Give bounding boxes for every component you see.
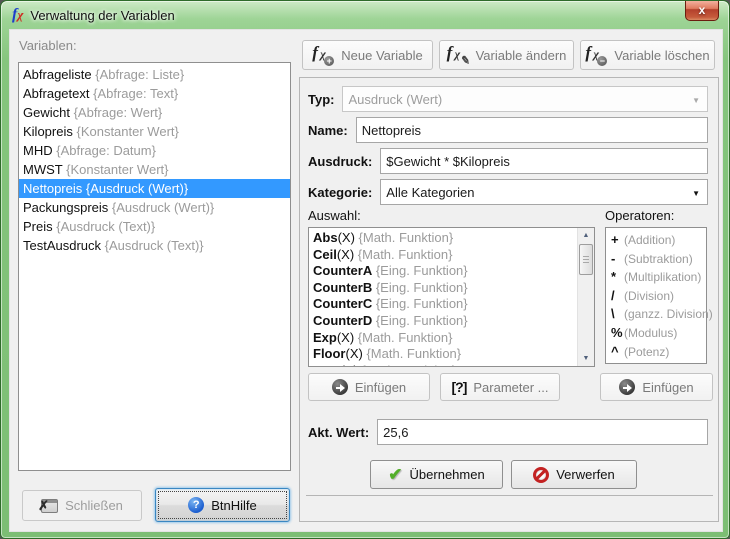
einfuegen-right-button[interactable]: Einfügen [600, 373, 713, 401]
einfuegen-left-label: Einfügen [355, 380, 406, 395]
auswahl-items: Abs(X) {Math. Funktion}Ceil(X) {Math. Fu… [309, 228, 577, 366]
operatoren-listbox[interactable]: +(Addition)-(Subtraktion)*(Multiplikatio… [605, 227, 707, 364]
operator-item[interactable]: *(Multiplikation) [611, 268, 706, 287]
kategorie-combobox[interactable]: Alle Kategorien ▼ [380, 179, 708, 205]
help-label: BtnHilfe [211, 498, 257, 513]
variable-item[interactable]: Preis {Ausdruck (Text)} [19, 217, 290, 236]
kategorie-label: Kategorie: [308, 185, 372, 200]
fx-minus-icon: fχ− [585, 46, 607, 64]
app-fx-icon: fχ [12, 7, 23, 23]
variables-list[interactable]: Abfrageliste {Abfrage: Liste}Abfragetext… [18, 62, 291, 471]
help-button[interactable]: ? BtnHilfe [155, 488, 290, 522]
auswahl-label: Auswahl: [308, 208, 361, 223]
ausdruck-input[interactable] [380, 148, 708, 174]
close-window-button[interactable]: x [685, 1, 719, 21]
dialog-body: Variablen: Abfrageliste {Abfrage: Liste}… [9, 29, 723, 532]
edit-variable-label: Variable ändern [476, 48, 567, 63]
edit-variable-button[interactable]: fχ✎ Variable ändern [439, 40, 574, 70]
auswahl-item[interactable]: Ceil(X) {Math. Funktion} [313, 247, 577, 264]
verwerfen-label: Verwerfen [556, 467, 615, 482]
typ-label: Typ: [308, 92, 334, 107]
variable-item[interactable]: Abfragetext {Abfrage: Text} [19, 84, 290, 103]
name-label: Name: [308, 123, 348, 138]
typ-value: Ausdruck (Wert) [348, 92, 442, 107]
parameter-button[interactable]: [?] Parameter ... [440, 373, 560, 401]
uebernehmen-label: Übernehmen [410, 467, 485, 482]
ausdruck-label: Ausdruck: [308, 154, 372, 169]
insert-arrow-icon [619, 379, 635, 395]
operator-item[interactable]: +(Addition) [611, 231, 706, 250]
schliessen-label: Schließen [65, 498, 123, 513]
delete-variable-button[interactable]: fχ− Variable löschen [580, 40, 715, 70]
close-icon: x [699, 3, 706, 17]
variable-item[interactable]: Kilopreis {Konstanter Wert} [19, 122, 290, 141]
parameter-icon: [?] [451, 379, 466, 395]
auswahl-item[interactable]: Exp(X) {Math. Funktion} [313, 330, 577, 347]
schliessen-button[interactable]: ✗ Schließen [22, 490, 142, 521]
operator-item[interactable]: -(Subtraktion) [611, 250, 706, 269]
variable-item[interactable]: MHD {Abfrage: Datum} [19, 141, 290, 160]
fx-pencil-icon: fχ✎ [447, 46, 469, 64]
einfuegen-right-label: Einfügen [642, 380, 693, 395]
akt-wert-label: Akt. Wert: [308, 425, 369, 440]
einfuegen-left-button[interactable]: Einfügen [308, 373, 430, 401]
variable-item[interactable]: MWST {Konstanter Wert} [19, 160, 290, 179]
cancel-block-icon [533, 467, 549, 483]
operator-item[interactable]: \(ganzz. Division) [611, 305, 706, 324]
akt-wert-input[interactable] [377, 419, 708, 445]
auswahl-item[interactable]: CounterD {Eing. Funktion} [313, 313, 577, 330]
variable-item[interactable]: Abfrageliste {Abfrage: Liste} [19, 65, 290, 84]
operator-item[interactable]: /(Division) [611, 287, 706, 306]
auswahl-item[interactable]: Frac(X) {Math. Funktion} [313, 363, 577, 366]
variables-label: Variablen: [19, 38, 77, 53]
variable-item[interactable]: Nettopreis {Ausdruck (Wert)} [19, 179, 290, 198]
window-title: Verwaltung der Variablen [30, 8, 174, 23]
operatoren-label: Operatoren: [605, 208, 674, 223]
parameter-label: Parameter ... [473, 380, 548, 395]
dialog-window: fχ Verwaltung der Variablen x Variablen:… [0, 0, 730, 539]
name-input[interactable] [356, 117, 708, 143]
auswahl-item[interactable]: Floor(X) {Math. Funktion} [313, 346, 577, 363]
help-icon: ? [188, 497, 204, 513]
new-variable-label: Neue Variable [341, 48, 422, 63]
auswahl-listbox[interactable]: Abs(X) {Math. Funktion}Ceil(X) {Math. Fu… [308, 227, 595, 367]
variable-item[interactable]: Packungspreis {Ausdruck (Wert)} [19, 198, 290, 217]
auswahl-item[interactable]: CounterA {Eing. Funktion} [313, 263, 577, 280]
uebernehmen-button[interactable]: ✔ Übernehmen [370, 460, 503, 489]
scroll-up-icon[interactable]: ▲ [578, 228, 594, 243]
chevron-down-icon: ▼ [692, 96, 700, 105]
kategorie-value: Alle Kategorien [386, 185, 474, 200]
new-variable-button[interactable]: fχ+ Neue Variable [302, 40, 433, 70]
check-icon: ✔ [388, 465, 402, 485]
auswahl-item[interactable]: CounterB {Eing. Funktion} [313, 280, 577, 297]
auswahl-item[interactable]: Abs(X) {Math. Funktion} [313, 230, 577, 247]
scrollbar-thumb[interactable] [579, 244, 593, 275]
variable-editor-panel: Typ: Ausdruck (Wert) ▼ Name: Ausdruck: K… [299, 77, 719, 522]
operator-item[interactable]: %(Modulus) [611, 324, 706, 343]
window-close-icon: ✗ [41, 499, 58, 513]
typ-combobox: Ausdruck (Wert) ▼ [342, 86, 708, 112]
insert-arrow-icon [332, 379, 348, 395]
verwerfen-button[interactable]: Verwerfen [511, 460, 637, 489]
variable-item[interactable]: Gewicht {Abfrage: Wert} [19, 103, 290, 122]
panel-separator [306, 495, 713, 496]
delete-variable-label: Variable löschen [614, 48, 709, 63]
auswahl-scrollbar[interactable]: ▲ ▼ [577, 228, 594, 366]
title-bar[interactable]: fχ Verwaltung der Variablen x [1, 1, 729, 29]
scroll-down-icon[interactable]: ▼ [578, 351, 594, 366]
chevron-down-icon: ▼ [692, 189, 700, 198]
operator-item[interactable]: ^(Potenz) [611, 343, 706, 362]
fx-plus-icon: fχ+ [312, 46, 334, 64]
auswahl-item[interactable]: CounterC {Eing. Funktion} [313, 296, 577, 313]
variable-item[interactable]: TestAusdruck {Ausdruck (Text)} [19, 236, 290, 255]
